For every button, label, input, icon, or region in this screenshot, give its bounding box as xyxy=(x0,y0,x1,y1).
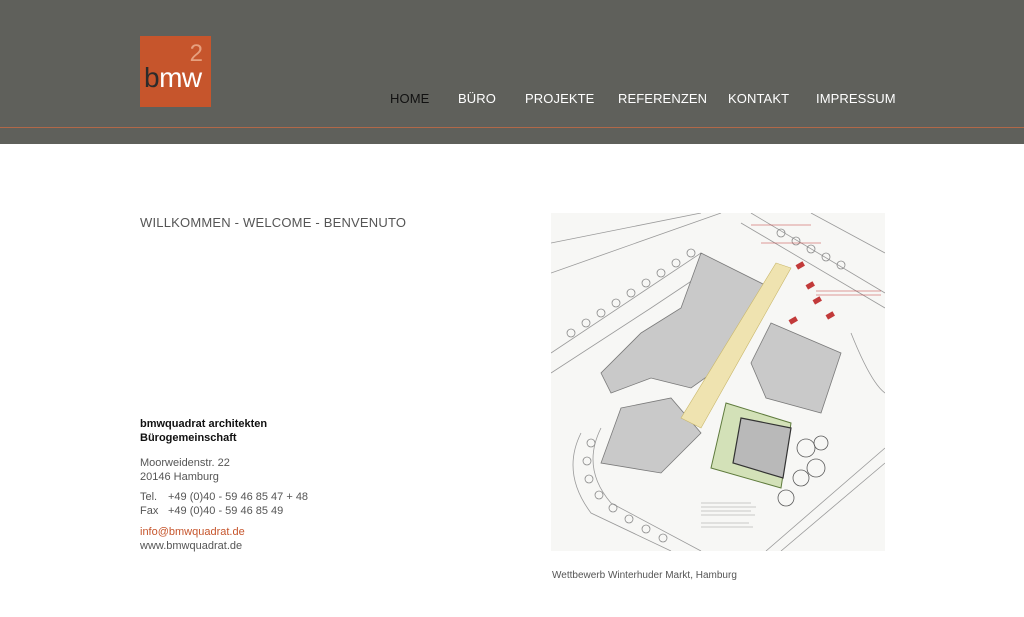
address-street: Moorweidenstr. 22 xyxy=(140,457,230,469)
main-nav: HOME BÜRO PROJEKTE REFERENZEN KONTAKT IM… xyxy=(0,91,1024,111)
fax-number: +49 (0)40 - 59 46 85 49 xyxy=(168,505,284,517)
logo-letters-mw: mw xyxy=(159,62,202,93)
nav-projekte[interactable]: PROJEKTE xyxy=(525,91,594,106)
tel-number: +49 (0)40 - 59 46 85 47 + 48 xyxy=(168,491,309,503)
nav-referenzen[interactable]: REFERENZEN xyxy=(618,91,707,106)
contact-links: info@bmwquadrat.de www.bmwquadrat.de xyxy=(140,525,245,553)
header-divider xyxy=(0,127,1024,128)
company-block: bmwquadrat architekten Bürogemeinschaft xyxy=(140,417,267,445)
nav-home[interactable]: HOME xyxy=(390,91,429,106)
logo-text: bmw xyxy=(144,64,202,92)
email-link[interactable]: info@bmwquadrat.de xyxy=(140,526,245,538)
site-plan-image xyxy=(551,213,885,551)
address-block: Moorweidenstr. 22 20146 Hamburg xyxy=(140,456,230,484)
fax-line: Fax +49 (0)40 - 59 46 85 49 xyxy=(140,504,308,518)
fax-label: Fax xyxy=(140,505,159,517)
image-caption: Wettbewerb Winterhuder Markt, Hamburg xyxy=(552,570,737,581)
address-city: 20146 Hamburg xyxy=(140,471,219,483)
tel-label: Tel. xyxy=(140,491,158,503)
nav-impressum[interactable]: IMPRESSUM xyxy=(816,91,896,106)
nav-kontakt[interactable]: KONTAKT xyxy=(728,91,789,106)
company-name: bmwquadrat architekten xyxy=(140,418,268,430)
nav-buero[interactable]: BÜRO xyxy=(458,91,496,106)
site-header: 2 bmw HOME BÜRO PROJEKTE REFERENZEN KONT… xyxy=(0,0,1024,144)
website-link[interactable]: www.bmwquadrat.de xyxy=(140,540,242,552)
logo-letter-b: b xyxy=(144,62,160,93)
tel-line: Tel. +49 (0)40 - 59 46 85 47 + 48 xyxy=(140,490,308,504)
welcome-heading: WILLKOMMEN - WELCOME - BENVENUTO xyxy=(140,215,407,230)
site-plan-drawing xyxy=(551,213,885,551)
company-type: Bürogemeinschaft xyxy=(140,432,237,444)
phone-block: Tel. +49 (0)40 - 59 46 85 47 + 48 Fax +49 … xyxy=(140,490,308,518)
